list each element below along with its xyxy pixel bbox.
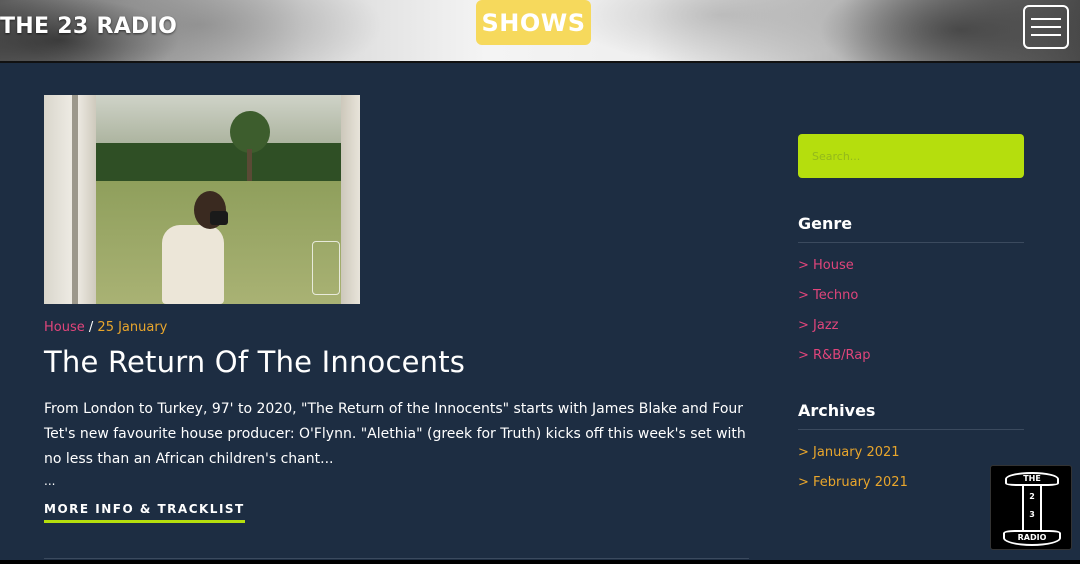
site-header: THE 23 RADIO SHOWS: [0, 0, 1080, 63]
thumbnail-hedge: [94, 143, 344, 181]
logo-text-the: THE: [1023, 474, 1041, 483]
camera-icon: [210, 211, 228, 225]
logo-text-radio: RADIO: [1017, 533, 1047, 542]
hamburger-menu-icon[interactable]: [1023, 5, 1069, 49]
search-input[interactable]: [798, 134, 1024, 178]
bottom-edge: [0, 560, 1080, 564]
genre-list: > House > Techno > Jazz > R&B/Rap: [798, 258, 870, 378]
article-divider: [44, 558, 749, 559]
genre-divider: [798, 242, 1024, 243]
excerpt-ellipsis: ...: [44, 474, 56, 488]
post-meta: House / 25 January: [44, 320, 167, 335]
post-excerpt: From London to Turkey, 97' to 2020, "The…: [44, 401, 746, 467]
radio-logo-icon[interactable]: THE 2 3 RADIO: [990, 465, 1072, 550]
archives-list: > January 2021 > February 2021: [798, 445, 908, 505]
genre-link-techno[interactable]: > Techno: [798, 288, 870, 318]
genre-link-jazz[interactable]: > Jazz: [798, 318, 870, 348]
logo-text-2: 2: [1029, 492, 1035, 501]
logo-text-3: 3: [1029, 510, 1035, 519]
thumbnail-doorframe-edge: [72, 95, 78, 304]
shows-button[interactable]: SHOWS: [476, 0, 591, 45]
menu-bar-line: [1031, 34, 1061, 36]
more-info-tracklist-link[interactable]: MORE INFO & TRACKLIST: [44, 502, 245, 523]
thumbnail-doorframe-right: [341, 95, 360, 304]
archives-widget-title: Archives: [798, 401, 876, 420]
thumbnail-person: [162, 225, 224, 304]
post-category-link[interactable]: House: [44, 320, 85, 335]
thumbnail-doorframe: [44, 95, 96, 304]
meta-separator: /: [88, 320, 94, 335]
archive-link-january-2021[interactable]: > January 2021: [798, 445, 908, 475]
thumbnail-tree: [230, 111, 270, 153]
post-thumbnail[interactable]: [44, 95, 360, 304]
menu-bar-line: [1031, 18, 1061, 20]
watermark-logo-icon: [312, 241, 340, 295]
site-brand[interactable]: THE 23 RADIO: [0, 14, 177, 39]
genre-widget-title: Genre: [798, 214, 853, 233]
archive-link-february-2021[interactable]: > February 2021: [798, 475, 908, 505]
genre-link-house[interactable]: > House: [798, 258, 870, 288]
archives-divider: [798, 429, 1024, 430]
menu-bar-line: [1031, 26, 1061, 28]
thumbnail-sky: [94, 95, 354, 150]
post-title[interactable]: The Return Of The Innocents: [44, 345, 465, 379]
post-date-link[interactable]: 25 January: [97, 320, 167, 335]
genre-link-rnb-rap[interactable]: > R&B/Rap: [798, 348, 870, 378]
